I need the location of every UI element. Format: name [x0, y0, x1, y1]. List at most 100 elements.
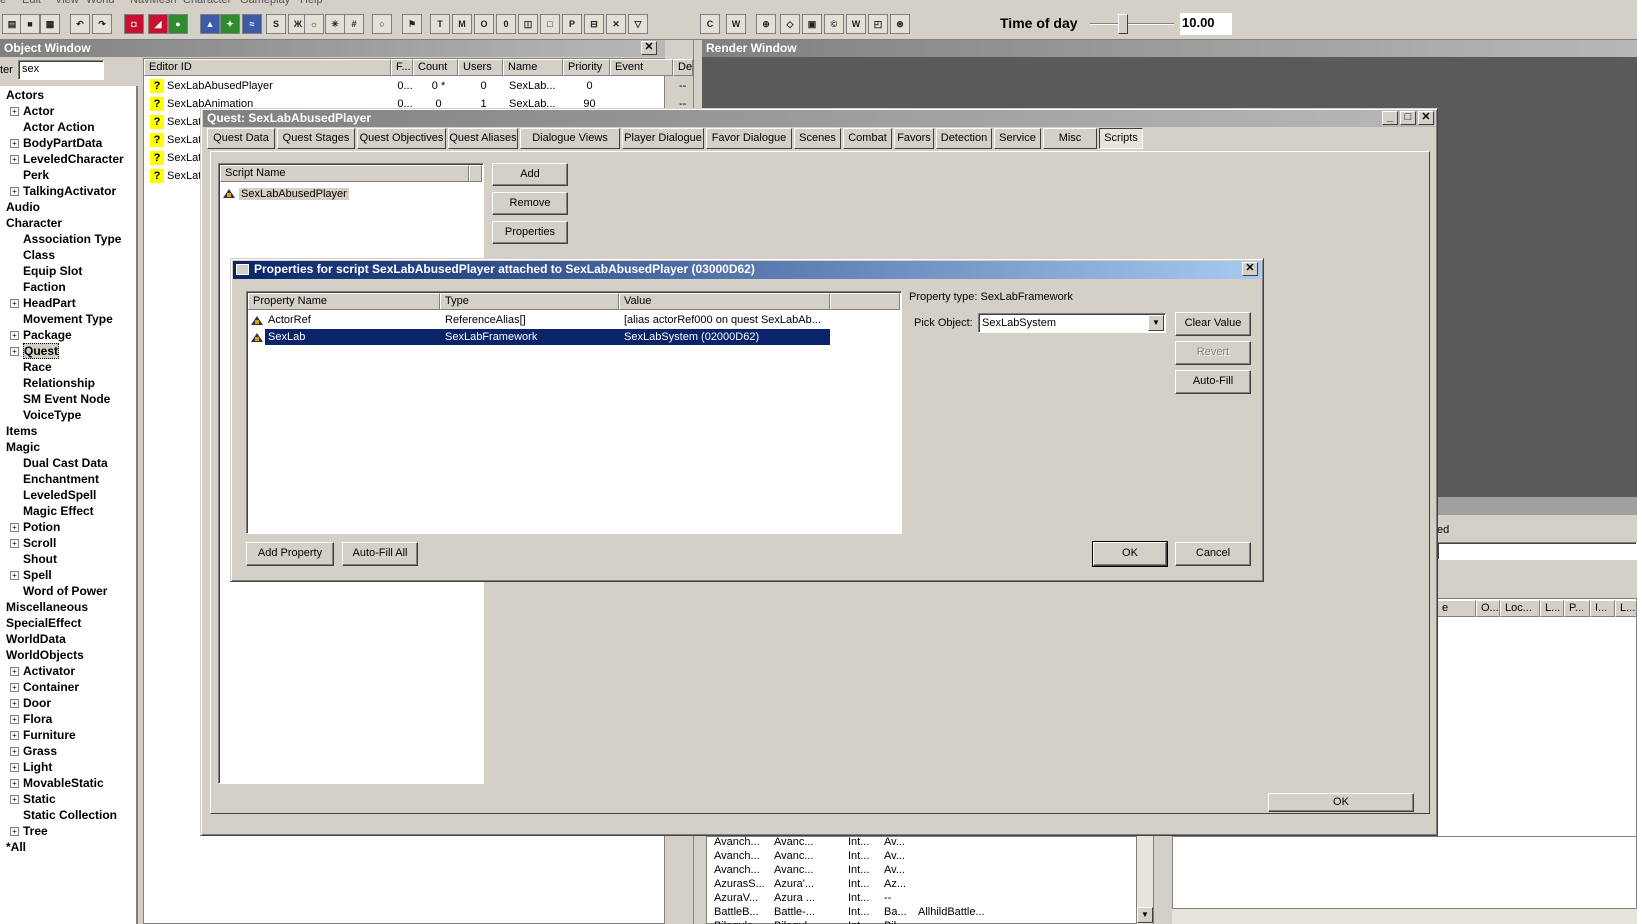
tab-favor-dialogue[interactable]: Favor Dialogue — [706, 128, 792, 149]
o-icon[interactable]: O — [474, 14, 494, 34]
tree-node-potion[interactable]: + Potion — [10, 520, 60, 535]
c-icon[interactable]: C — [700, 14, 720, 34]
tree-node-sm-event-node[interactable]: +SM Event Node — [10, 392, 110, 407]
tree-node-door[interactable]: + Door — [10, 696, 51, 711]
tab-quest-stages[interactable]: Quest Stages — [277, 128, 355, 149]
menu-item-6[interactable]: Gameplay — [240, 0, 290, 6]
tree-node-class[interactable]: +Class — [10, 248, 55, 263]
x-icon[interactable]: ✕ — [606, 14, 626, 34]
tree-node-race[interactable]: +Race — [10, 360, 52, 375]
tree-node-furniture[interactable]: + Furniture — [10, 728, 76, 743]
object-list-header-7[interactable]: Del — [673, 59, 693, 76]
trees-icon[interactable]: ● — [168, 14, 188, 34]
tree-node-static-collection[interactable]: +Static Collection — [10, 808, 117, 823]
w-icon[interactable]: W — [726, 14, 746, 34]
filter-input[interactable]: sex — [18, 60, 104, 80]
snap-icon[interactable]: ✳ — [325, 14, 345, 34]
tree-node-movablestatic[interactable]: + MovableStatic — [10, 776, 104, 791]
tree-node-tree[interactable]: + Tree — [10, 824, 48, 839]
tab-scripts[interactable]: Scripts — [1099, 128, 1143, 149]
tree-node-voicetype[interactable]: +VoiceType — [10, 408, 81, 423]
object-row-editor-id[interactable]: SexLabAbusedPlayer — [167, 78, 389, 94]
tab-service[interactable]: Service — [994, 128, 1041, 149]
tree-node-worlddata[interactable]: +WorldData — [6, 632, 66, 647]
object-list-header-1[interactable]: F... — [391, 59, 413, 76]
script-name-header[interactable]: Script Name — [220, 165, 469, 182]
tree-node-shout[interactable]: +Shout — [10, 552, 57, 567]
quest-ok-button[interactable]: OK — [1268, 793, 1414, 812]
object-list-header-4[interactable]: Name — [503, 59, 563, 76]
tab-dialogue-views[interactable]: Dialogue Views — [520, 128, 620, 149]
tree-node-container[interactable]: + Container — [10, 680, 79, 695]
property-row[interactable]: SexLab SexLabFramework SexLabSystem (02000… — [265, 329, 830, 345]
close-icon[interactable]: ✕ — [1418, 111, 1434, 125]
menu-item-7[interactable]: Help — [300, 0, 323, 6]
expand-icon[interactable]: + — [10, 107, 19, 116]
background-input[interactable] — [1437, 542, 1637, 560]
expand-icon[interactable]: + — [10, 747, 19, 756]
undo-icon[interactable]: ↶ — [70, 14, 90, 34]
grid-icon[interactable]: # — [344, 14, 364, 34]
tree-node-quest[interactable]: + Quest — [10, 343, 60, 359]
save-icon[interactable]: ■ — [20, 14, 40, 34]
tree-node-activator[interactable]: + Activator — [10, 664, 75, 679]
select-icon[interactable]: ◘ — [124, 14, 144, 34]
script-row[interactable]: SexLabAbusedPlayer — [222, 186, 470, 202]
tree-node-items[interactable]: +Items — [6, 424, 37, 439]
tree-node-leveledcharacter[interactable]: + LeveledCharacter — [10, 152, 124, 167]
0-icon[interactable]: 0 — [496, 14, 516, 34]
tab-quest-data[interactable]: Quest Data — [207, 128, 275, 149]
expand-icon[interactable]: + — [10, 539, 19, 548]
script-properties-button[interactable]: Properties — [492, 221, 568, 244]
expand-icon[interactable]: + — [10, 331, 19, 340]
tree-node-flora[interactable]: + Flora — [10, 712, 52, 727]
water-icon[interactable]: ≈ — [242, 14, 262, 34]
tree-node-character[interactable]: +Character — [6, 216, 62, 231]
tree-node-headpart[interactable]: + HeadPart — [10, 296, 76, 311]
tree-node-movement-type[interactable]: +Movement Type — [10, 312, 113, 327]
menu-item-1[interactable]: Edit — [22, 0, 41, 6]
tree-node-scroll[interactable]: + Scroll — [10, 536, 56, 551]
expand-icon[interactable]: + — [10, 827, 19, 836]
background-right-header-2[interactable]: Loc... — [1500, 600, 1540, 617]
menu-item-3[interactable]: World — [86, 0, 115, 6]
tree-node-static[interactable]: + Static — [10, 792, 56, 807]
preferences-icon[interactable]: ▦ — [40, 14, 60, 34]
box-icon[interactable]: □ — [540, 14, 560, 34]
menu-item-2[interactable]: View — [55, 0, 79, 6]
tree-node-equip-slot[interactable]: +Equip Slot — [10, 264, 82, 279]
property-list-header-0[interactable]: Property Name — [248, 293, 440, 310]
revert-button[interactable]: Revert — [1175, 341, 1251, 365]
property-list-header-2[interactable]: Value — [619, 293, 830, 310]
menu-item-4[interactable]: NavMesh — [130, 0, 176, 6]
time-of-day-slider-track[interactable] — [1090, 23, 1174, 25]
cube2-icon[interactable]: ◰ — [868, 14, 888, 34]
remove-script-button[interactable]: Remove — [492, 192, 568, 215]
tab-scenes[interactable]: Scenes — [794, 128, 841, 149]
tree-node-miscellaneous[interactable]: +Miscellaneous — [6, 600, 88, 615]
tree-node-talkingactivator[interactable]: + TalkingActivator — [10, 184, 116, 199]
tree-node-magic-effect[interactable]: +Magic Effect — [10, 504, 94, 519]
redo-icon[interactable]: ↷ — [92, 14, 112, 34]
portal-icon[interactable]: ⊟ — [584, 14, 604, 34]
tree-node-spell[interactable]: + Spell — [10, 568, 52, 583]
expand-icon[interactable]: + — [10, 571, 19, 580]
tree-node-bodypartdata[interactable]: + BodyPartData — [10, 136, 102, 151]
c2-icon[interactable]: © — [824, 14, 844, 34]
object-list-header-2[interactable]: Count — [413, 59, 458, 76]
menu-item-5[interactable]: Character — [183, 0, 231, 6]
tree-node-leveledspell[interactable]: +LeveledSpell — [10, 488, 96, 503]
w2-icon[interactable]: W — [846, 14, 866, 34]
background-right-header-3[interactable]: L... — [1540, 600, 1564, 617]
background-right-header-6[interactable]: L... — [1615, 600, 1637, 617]
expand-icon[interactable]: + — [10, 155, 19, 164]
tree-node-association-type[interactable]: +Association Type — [10, 232, 121, 247]
add-script-button[interactable]: Add — [492, 163, 568, 186]
maximize-icon[interactable]: □ — [1400, 111, 1416, 125]
time-of-day-input[interactable]: 10.00 — [1180, 13, 1232, 35]
m-icon[interactable]: M — [452, 14, 472, 34]
properties-cancel-button[interactable]: Cancel — [1175, 542, 1251, 566]
auto-fill-all-button[interactable]: Auto-Fill All — [342, 542, 418, 566]
tree-node-faction[interactable]: +Faction — [10, 280, 66, 295]
auto-fill-button[interactable]: Auto-Fill — [1175, 370, 1251, 394]
